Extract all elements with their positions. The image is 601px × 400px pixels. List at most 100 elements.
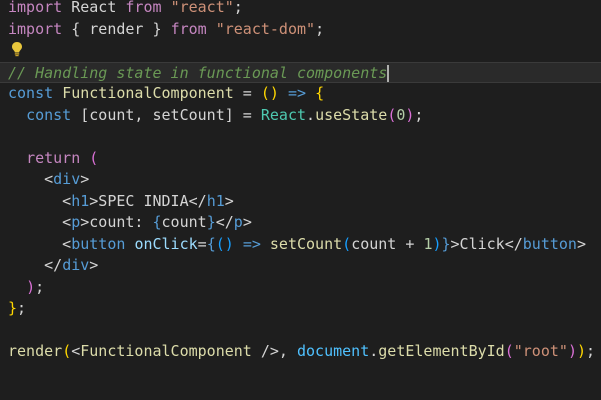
- code-token-text: .: [306, 105, 316, 124]
- code-token-tag: div: [62, 256, 90, 274]
- code-token-text: >: [224, 191, 234, 210]
- code-token-attr: onClick: [134, 234, 198, 253]
- code-token-paren-0: }: [8, 299, 18, 317]
- code-token-function: FunctionalComponent: [62, 84, 234, 102]
- code-token-comment: // Handling state in functional componen…: [8, 63, 388, 82]
- code-line[interactable]: );: [0, 277, 601, 298]
- code-token-function: FunctionalComponent: [80, 342, 252, 360]
- code-token-text: >: [242, 213, 252, 231]
- code-token-tag: div: [53, 170, 81, 188]
- code-line[interactable]: import React from "react";: [0, 0, 601, 18]
- code-token-paren-0: {: [315, 84, 325, 102]
- code-token-tag: p: [233, 213, 243, 231]
- code-token-tag: button: [71, 234, 126, 253]
- code-line[interactable]: [0, 320, 601, 341]
- code-token-paren-0: ): [576, 342, 586, 360]
- code-token-text: count: [161, 213, 207, 231]
- code-token-text: >SPEC INDIA</: [89, 191, 207, 210]
- code-editor[interactable]: import React from "react"; import { rende…: [0, 0, 601, 400]
- code-token-function: setCount: [269, 234, 343, 253]
- code-token-function: getElementById: [378, 342, 505, 360]
- code-line[interactable]: return (: [0, 148, 601, 169]
- code-token-text: count +: [351, 234, 424, 253]
- code-line[interactable]: import { render } from "react-dom";: [0, 19, 601, 40]
- code-token-storage: }: [441, 234, 451, 253]
- code-token-component: React: [260, 105, 307, 124]
- code-token-storage: {: [152, 213, 162, 231]
- code-token-text: >count:: [80, 213, 153, 231]
- code-token-text: <: [8, 213, 72, 231]
- code-line[interactable]: <div>: [0, 169, 601, 190]
- code-line[interactable]: <p>count: {count}</p>: [0, 212, 601, 233]
- code-token-keyword: import: [8, 0, 63, 16]
- code-token-text: .: [369, 342, 379, 360]
- code-token-storage: }: [206, 213, 216, 231]
- code-token-storage: const: [26, 105, 72, 124]
- code-token-text: >: [80, 170, 90, 188]
- code-line[interactable]: const FunctionalComponent = () => {: [0, 83, 601, 104]
- code-token-text: [count, setCount] =: [71, 105, 261, 124]
- code-line[interactable]: [0, 126, 601, 147]
- code-token-keyword: return: [26, 148, 81, 167]
- code-token-function: render: [8, 342, 63, 360]
- code-token-text: </: [8, 256, 63, 274]
- code-line[interactable]: render(<FunctionalComponent />, document…: [0, 341, 601, 362]
- code-token-tag: button: [522, 234, 577, 253]
- code-token-text: ;: [35, 277, 45, 296]
- code-token-keyword: from: [170, 19, 207, 38]
- code-token-text: =: [233, 84, 261, 102]
- code-token-keyword: from: [125, 0, 162, 16]
- code-token-paren-2: (): [215, 234, 234, 253]
- code-token-paren-1: (: [387, 105, 397, 124]
- code-token-string: "root": [513, 342, 568, 360]
- code-token-tag: h1: [71, 191, 90, 210]
- code-token-text: ;: [233, 0, 243, 16]
- code-token-storage: {: [206, 234, 216, 253]
- code-token-string: "react-dom": [215, 19, 316, 38]
- code-token-text: ;: [414, 105, 424, 124]
- code-line[interactable]: </div>: [0, 255, 601, 276]
- code-token-text: ;: [315, 19, 325, 38]
- code-token-paren-0: (: [62, 342, 72, 360]
- code-token-keyword: import: [8, 19, 63, 38]
- code-line[interactable]: <button onClick={() => setCount(count + …: [0, 234, 601, 255]
- code-token-text: >: [89, 256, 99, 274]
- code-token-paren-2: (: [342, 234, 352, 253]
- code-token-text: React: [62, 0, 126, 16]
- code-token-text: </: [215, 213, 234, 231]
- code-token-text: <: [71, 342, 81, 360]
- code-token-text: <: [8, 170, 54, 188]
- code-line[interactable]: [0, 40, 601, 61]
- code-token-text: <: [8, 234, 72, 253]
- code-token-paren-1: ): [26, 277, 36, 296]
- code-token-text: ;: [586, 342, 596, 360]
- code-token-text: >: [576, 234, 586, 253]
- code-token-storage: const: [8, 84, 54, 102]
- code-token-paren-1: ): [567, 342, 577, 360]
- code-line[interactable]: };: [0, 298, 601, 319]
- code-token-text: <: [8, 191, 72, 210]
- code-line[interactable]: <h1>SPEC INDIA</h1>: [0, 191, 601, 212]
- code-token-function: useState: [315, 105, 388, 124]
- code-line[interactable]: const [count, setCount] = React.useState…: [0, 105, 601, 126]
- code-token-text: { render }: [62, 19, 171, 38]
- code-token-text: ;: [17, 299, 27, 317]
- code-line-current[interactable]: // Handling state in functional componen…: [0, 61, 601, 83]
- code-token-text: />,: [251, 342, 297, 360]
- lightbulb-icon[interactable]: [10, 41, 24, 57]
- code-token-storage: =>: [287, 84, 307, 102]
- code-token-text: =: [197, 234, 207, 253]
- code-token-storage: =>: [242, 234, 261, 253]
- code-token-paren-0: (): [260, 84, 279, 102]
- code-token-string: "react": [170, 0, 234, 16]
- code-token-paren-2: ): [432, 234, 442, 253]
